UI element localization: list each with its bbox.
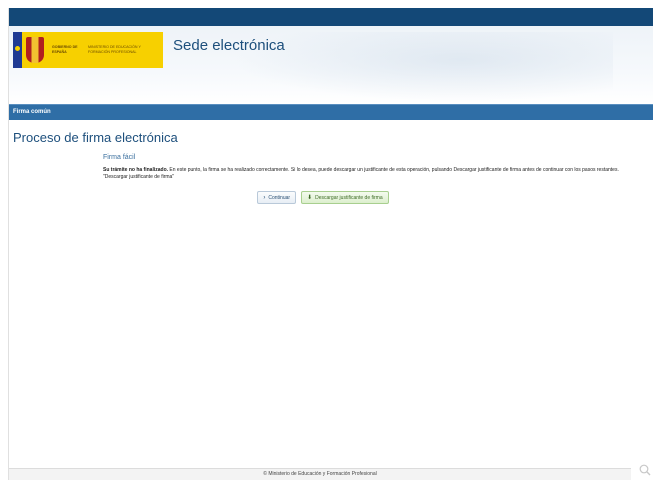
site-header: GOBIERNO DE ESPAÑA MINISTERIO DE EDUCACI… (9, 26, 653, 104)
status-message: Su trámite no ha finalizado. En este pun… (103, 167, 643, 181)
status-message-bold: Su trámite no ha finalizado. (103, 167, 169, 173)
main-content: Firma fácil Su trámite no ha finalizado.… (103, 154, 643, 204)
download-button-label: Descargar justificante de firma (315, 194, 383, 201)
logo-government-text: GOBIERNO DE ESPAÑA (52, 45, 78, 54)
top-bar (9, 8, 653, 26)
coat-of-arms-icon (26, 37, 44, 63)
header-background-art (233, 32, 613, 102)
page-frame: GOBIERNO DE ESPAÑA MINISTERIO DE EDUCACI… (8, 8, 653, 480)
eu-flag-icon (13, 32, 22, 68)
government-logo[interactable]: GOBIERNO DE ESPAÑA MINISTERIO DE EDUCACI… (13, 32, 163, 68)
site-title[interactable]: Sede electrónica (173, 37, 285, 54)
nav-bar: Firma común (9, 104, 653, 120)
download-receipt-button[interactable]: ⬇ Descargar justificante de firma (301, 191, 389, 204)
footer-copyright: © Ministerio de Educación y Formación Pr… (263, 471, 377, 477)
magnifier-icon[interactable] (639, 464, 651, 476)
arrow-right-icon: › (263, 194, 266, 201)
section-title: Firma fácil (103, 154, 136, 161)
logo-ministry-text: MINISTERIO DE EDUCACIÓN Y FORMACIÓN PROF… (88, 45, 141, 54)
nav-label[interactable]: Firma común (13, 109, 51, 115)
continue-button-label: Continuar (268, 194, 291, 201)
page-title: Proceso de firma electrónica (13, 130, 178, 145)
download-icon: ⬇ (307, 194, 313, 201)
continue-button[interactable]: › Continuar (257, 191, 297, 204)
footer: © Ministerio de Educación y Formación Pr… (9, 468, 631, 480)
action-buttons: › Continuar ⬇ Descargar justificante de … (103, 191, 543, 204)
status-message-text: En este punto, la firma se ha realizado … (103, 167, 619, 180)
